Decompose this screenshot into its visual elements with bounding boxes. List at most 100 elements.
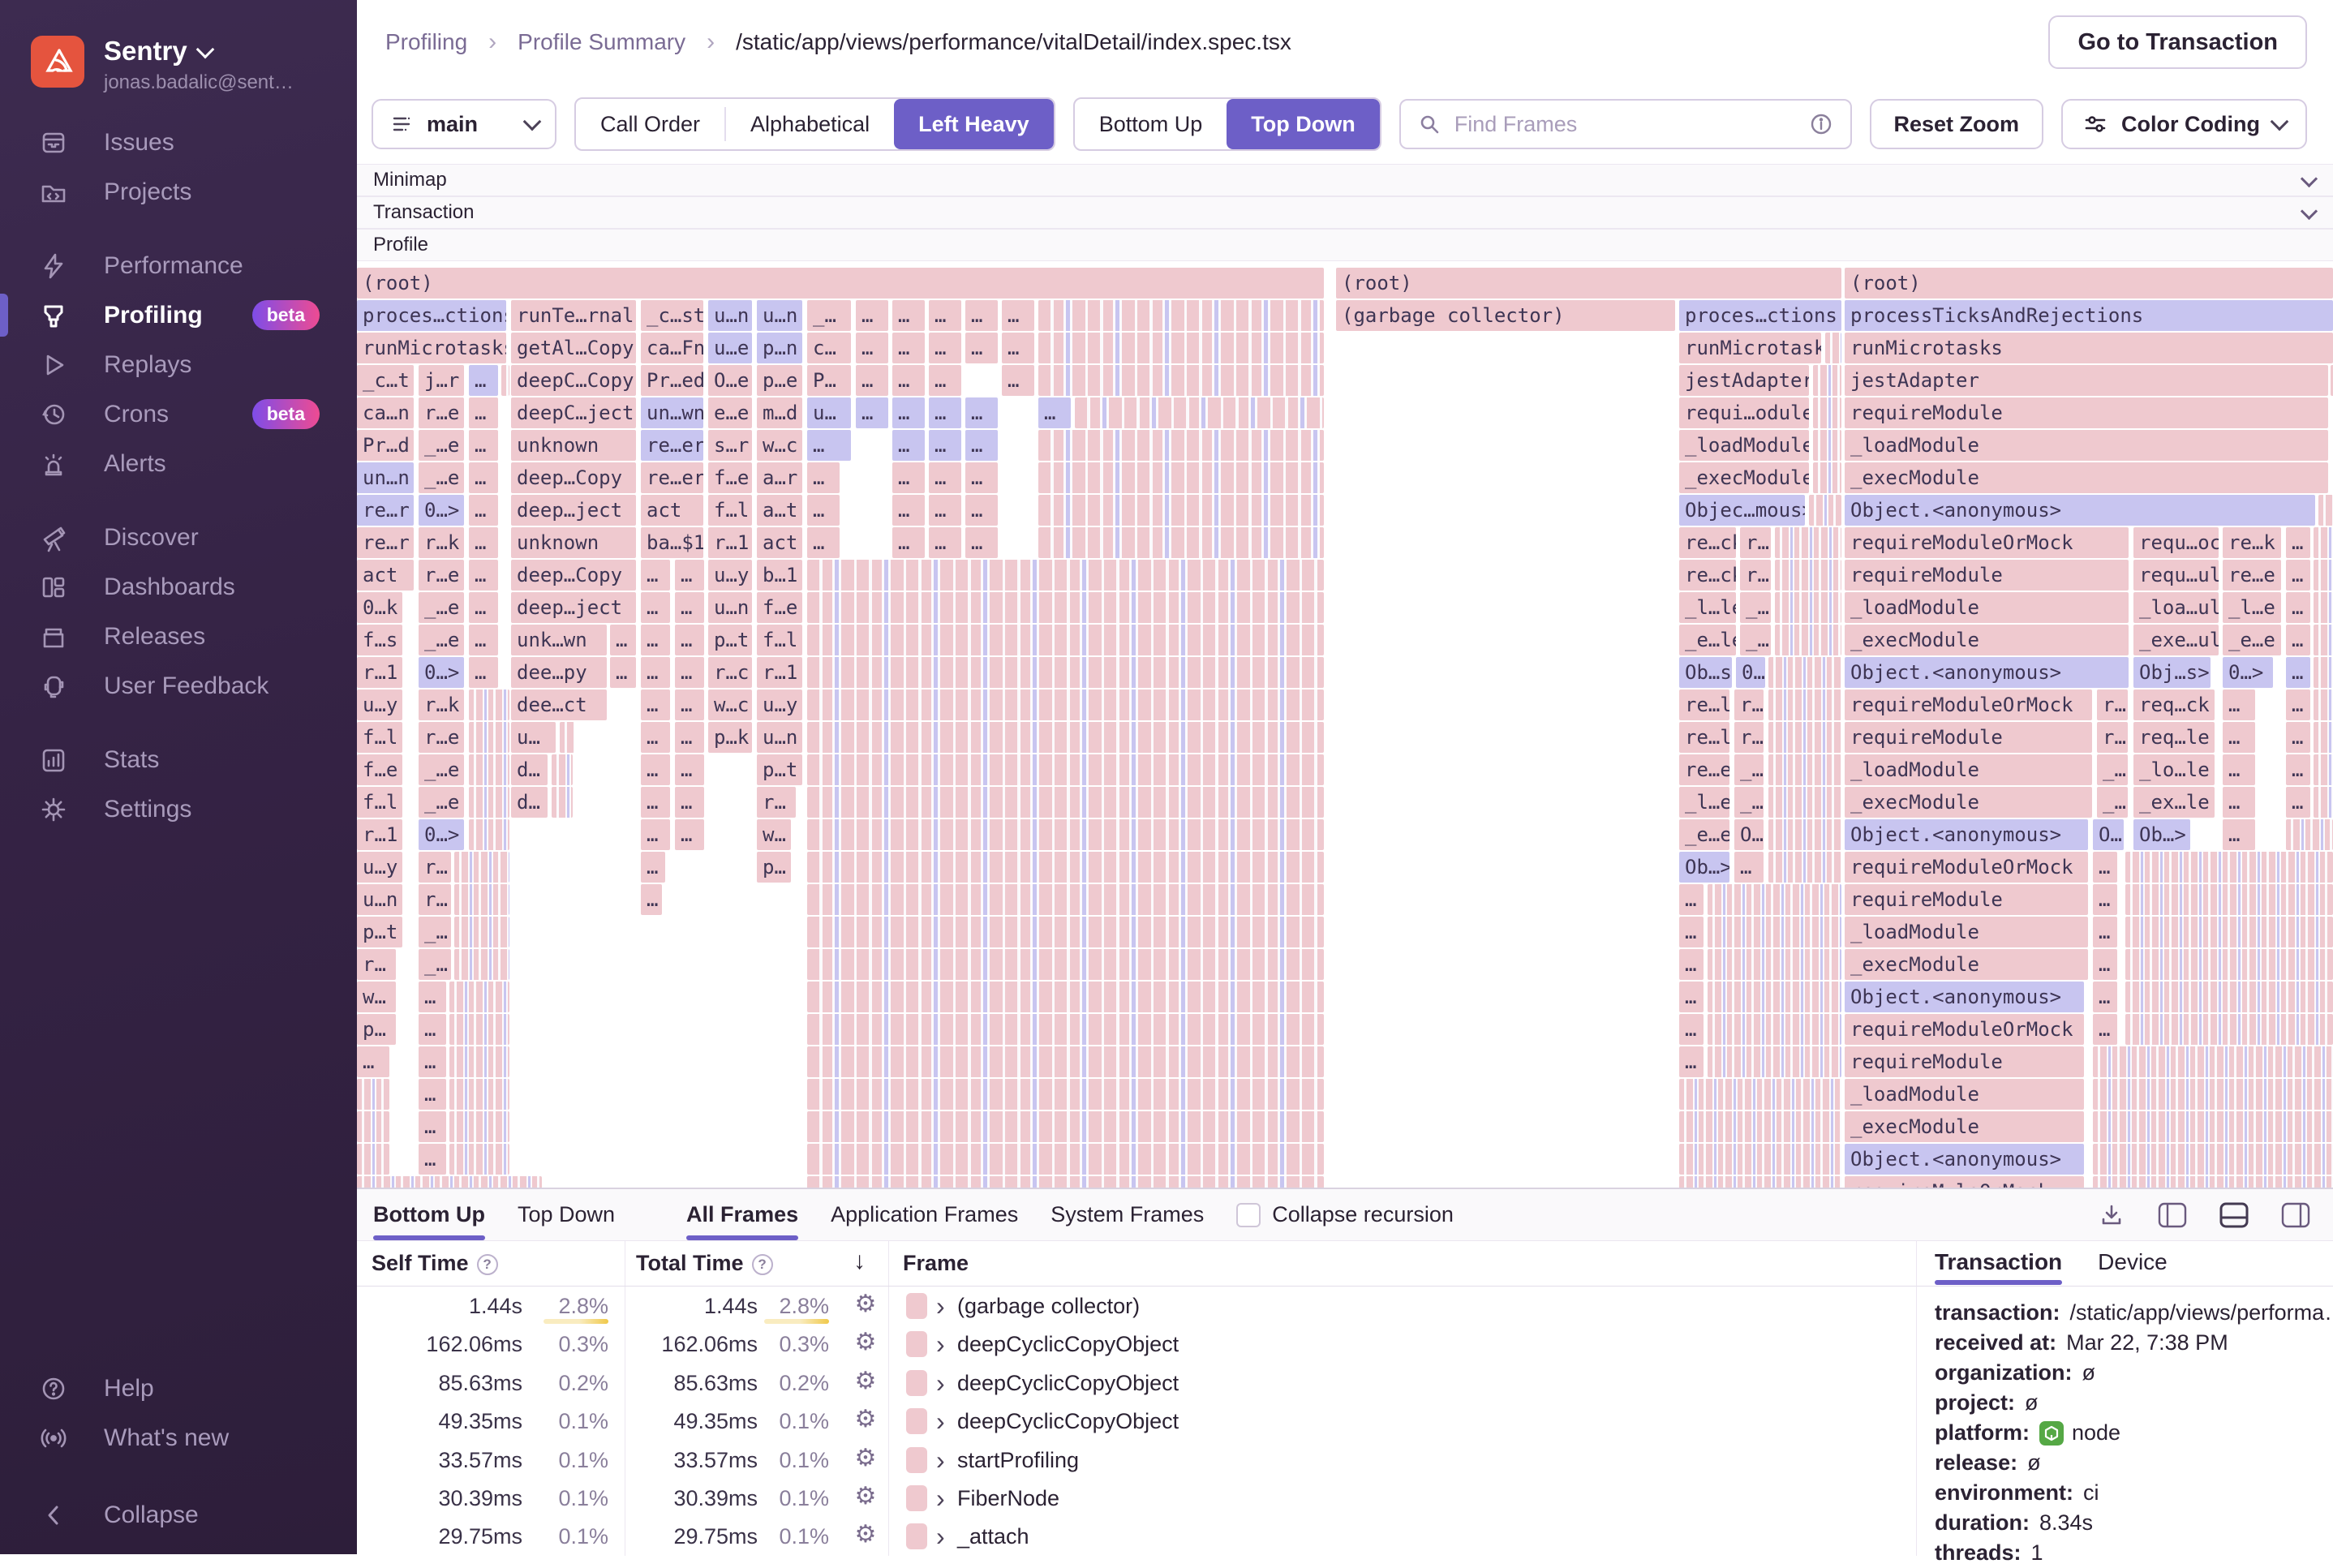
- flame-frame[interactable]: requireModuleOrMock: [1845, 689, 2092, 720]
- flame-frame[interactable]: …: [965, 430, 998, 461]
- chevron-right-icon[interactable]: ›: [936, 1484, 945, 1514]
- sidebar-item-stats[interactable]: Stats: [0, 735, 357, 784]
- sidebar-item-performance[interactable]: Performance: [0, 241, 357, 290]
- flame-frame[interactable]: u…y: [708, 560, 752, 591]
- flame-frame[interactable]: …: [856, 333, 888, 363]
- flame-frame[interactable]: …: [2223, 689, 2255, 720]
- flame-texture[interactable]: [501, 365, 509, 396]
- flame-frame[interactable]: …: [1038, 397, 1071, 428]
- table-row[interactable]: 29.75ms0.1%29.75ms0.1%⚙›_attach: [357, 1517, 1916, 1555]
- flame-frame[interactable]: …: [965, 397, 998, 428]
- flame-texture[interactable]: [1768, 689, 1841, 720]
- sidebar-item-issues[interactable]: Issues: [0, 118, 357, 167]
- flame-frame[interactable]: _execModule: [1845, 625, 2129, 655]
- flame-frame[interactable]: …: [892, 300, 925, 331]
- flame-frame[interactable]: …: [856, 397, 888, 428]
- flame-frame[interactable]: O…: [2093, 819, 2124, 850]
- sort-call-order[interactable]: Call Order: [576, 99, 724, 149]
- sort-left-heavy[interactable]: Left Heavy: [894, 99, 1054, 149]
- flame-frame[interactable]: dee…py: [511, 657, 607, 688]
- flame-frame[interactable]: p…n: [757, 333, 802, 363]
- flame-frame[interactable]: m…d: [757, 397, 802, 428]
- frame-header[interactable]: Frame: [903, 1251, 969, 1276]
- flame-frame[interactable]: re…er: [641, 430, 703, 461]
- gear-icon[interactable]: ⚙: [849, 1482, 882, 1510]
- flame-frame[interactable]: …: [469, 560, 498, 591]
- flame-frame[interactable]: …: [2223, 754, 2255, 785]
- flame-frame[interactable]: _execModule: [1845, 949, 2088, 980]
- flame-texture[interactable]: [469, 819, 509, 850]
- flame-texture[interactable]: [1708, 1014, 1841, 1045]
- flame-frame[interactable]: _…: [419, 949, 451, 980]
- flame-frame[interactable]: a…r: [757, 462, 802, 493]
- flame-texture[interactable]: [2125, 884, 2333, 915]
- flame-texture[interactable]: [807, 982, 1324, 1012]
- flame-frame[interactable]: r…e: [419, 722, 464, 753]
- flame-frame[interactable]: …: [2093, 982, 2117, 1012]
- flame-frame[interactable]: requireModule: [1845, 1046, 2084, 1077]
- flame-frame[interactable]: _c…st: [641, 300, 703, 331]
- flame-texture[interactable]: [2125, 1014, 2333, 1045]
- flame-texture[interactable]: [1038, 430, 1324, 461]
- flame-frame[interactable]: deepC…Copy: [511, 365, 636, 396]
- flame-frame[interactable]: _…: [2097, 754, 2128, 785]
- flame-frame[interactable]: r…1: [757, 657, 802, 688]
- flame-frame[interactable]: w…: [357, 982, 396, 1012]
- flame-frame[interactable]: 0…>: [419, 657, 464, 688]
- frame-name[interactable]: deepCyclicCopyObject: [957, 1332, 1179, 1357]
- flame-frame[interactable]: …: [641, 625, 670, 655]
- layout-bottom-icon[interactable]: [2219, 1202, 2249, 1228]
- flame-frame[interactable]: _loadModule: [1845, 917, 2088, 947]
- flame-frame[interactable]: requireModule: [1845, 884, 2088, 915]
- flame-frame[interactable]: r…: [2097, 689, 2128, 720]
- flame-texture[interactable]: [449, 1144, 509, 1175]
- flame-texture[interactable]: [1038, 495, 1324, 526]
- flame-frame[interactable]: p…t: [757, 754, 802, 785]
- table-row[interactable]: 30.39ms0.1%30.39ms0.1%⚙›FiberNode: [357, 1479, 1916, 1517]
- flame-frame[interactable]: …: [856, 365, 888, 396]
- flame-texture[interactable]: [454, 884, 509, 915]
- flame-frame[interactable]: f…e: [757, 592, 802, 623]
- flame-texture[interactable]: [454, 917, 509, 947]
- flame-frame[interactable]: Ob…>: [2133, 819, 2190, 850]
- flame-frame[interactable]: unk…wn: [511, 625, 607, 655]
- flame-frame[interactable]: requireModule: [1845, 397, 2328, 428]
- flame-frame[interactable]: …: [675, 592, 704, 623]
- flame-texture[interactable]: [1813, 397, 1841, 428]
- flame-frame[interactable]: a…t: [757, 495, 802, 526]
- flame-frame[interactable]: _c…t: [357, 365, 414, 396]
- flame-frame[interactable]: req…ck: [2133, 689, 2215, 720]
- flame-frame[interactable]: …: [469, 397, 498, 428]
- chevron-right-icon[interactable]: ›: [936, 1291, 945, 1321]
- flame-frame[interactable]: …: [892, 495, 925, 526]
- flame-frame[interactable]: re…l: [1679, 722, 1729, 753]
- flame-frame[interactable]: Object.<anonymous>: [1845, 819, 2088, 850]
- flame-frame[interactable]: (root): [1845, 268, 2333, 299]
- flame-frame[interactable]: Objec…mous>: [1679, 495, 1805, 526]
- flame-frame[interactable]: f…s: [357, 625, 402, 655]
- question-icon[interactable]: ?: [752, 1254, 773, 1275]
- flame-frame[interactable]: deep…Copy: [511, 560, 636, 591]
- flame-frame[interactable]: …: [856, 300, 888, 331]
- layout-left-icon[interactable]: [2158, 1202, 2187, 1228]
- tab-all-frames[interactable]: All Frames: [686, 1189, 798, 1240]
- color-coding-button[interactable]: Color Coding: [2061, 99, 2307, 149]
- flame-texture[interactable]: [449, 1079, 509, 1110]
- flame-frame[interactable]: Pr…d: [357, 430, 414, 461]
- flame-frame[interactable]: …: [641, 689, 670, 720]
- flame-frame[interactable]: …: [2286, 527, 2310, 558]
- flame-frame[interactable]: _l…le: [1679, 592, 1736, 623]
- frame-name[interactable]: _attach: [957, 1524, 1029, 1549]
- flame-texture[interactable]: [2314, 722, 2333, 753]
- flame-frame[interactable]: …: [675, 560, 704, 591]
- flame-frame[interactable]: ca…Fn: [641, 333, 703, 363]
- reset-zoom-button[interactable]: Reset Zoom: [1870, 99, 2044, 149]
- flame-frame[interactable]: …: [610, 625, 636, 655]
- flame-frame[interactable]: _lo…le: [2133, 754, 2215, 785]
- flame-frame[interactable]: deepC…ject: [511, 397, 636, 428]
- flame-texture[interactable]: [807, 819, 1324, 850]
- flame-frame[interactable]: P…: [807, 365, 851, 396]
- flame-texture[interactable]: [1775, 527, 1841, 558]
- flame-frame[interactable]: re…r: [357, 527, 414, 558]
- flame-frame[interactable]: …: [2286, 592, 2310, 623]
